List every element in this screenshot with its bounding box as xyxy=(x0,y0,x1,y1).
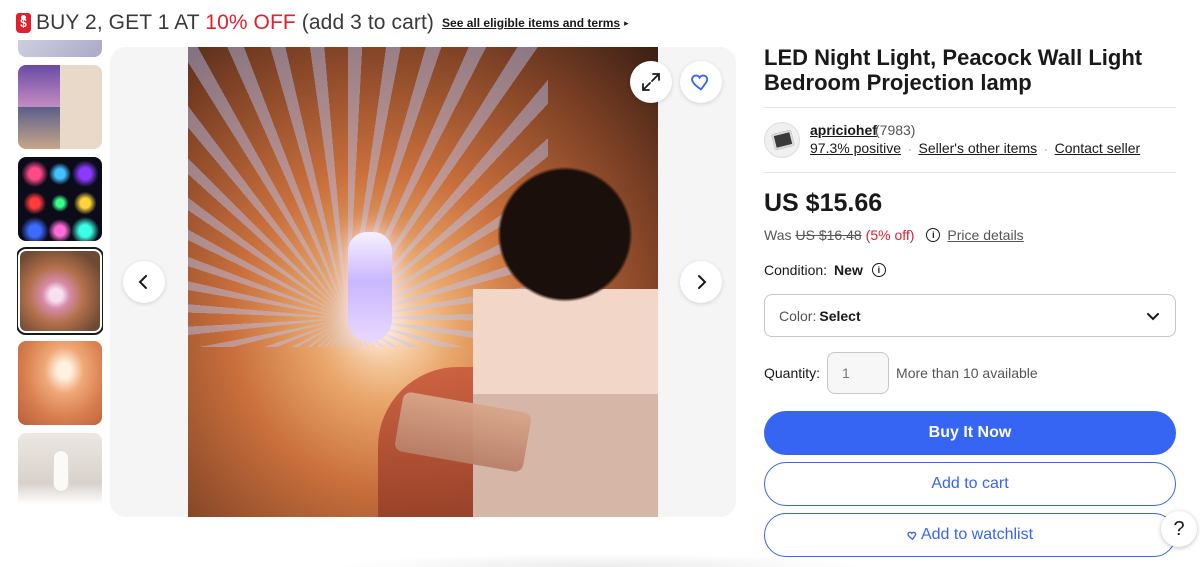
watch-heart-button[interactable] xyxy=(680,61,722,103)
thumbnail-image[interactable] xyxy=(18,65,102,149)
terms-arrow-icon: ▸ xyxy=(624,17,629,28)
thumbnail-list xyxy=(17,40,103,520)
seller-links: 97.3% positive · Seller's other items · … xyxy=(810,140,1140,156)
discount-percent: (5% off) xyxy=(865,227,915,243)
thumbnail-image[interactable] xyxy=(18,341,102,425)
heart-icon xyxy=(691,74,709,91)
product-photo[interactable] xyxy=(188,47,658,517)
condition-row: Condition: New i xyxy=(764,262,893,278)
seller-positive-link[interactable]: 97.3% positive xyxy=(810,140,901,156)
promo-terms-link[interactable]: See all eligible items and terms xyxy=(442,16,620,30)
was-label: Was xyxy=(764,227,792,243)
quantity-label: Quantity: xyxy=(764,365,821,381)
quantity-row: Quantity: More than 10 available xyxy=(764,352,1038,394)
expand-icon xyxy=(642,73,660,91)
buy-it-now-button[interactable]: Buy It Now xyxy=(764,411,1176,455)
previous-image-button[interactable] xyxy=(123,261,165,303)
info-icon[interactable]: i xyxy=(926,228,941,242)
bottom-shadow xyxy=(330,553,870,567)
thumbnail-image[interactable] xyxy=(18,157,102,241)
price-details-link[interactable]: Price details xyxy=(947,227,1023,243)
main-image-panel xyxy=(110,47,736,517)
color-select-label: Color: xyxy=(779,307,817,324)
contact-seller-link[interactable]: Contact seller xyxy=(1055,140,1141,156)
seller-other-items-link[interactable]: Seller's other items xyxy=(919,140,1038,156)
chevron-down-icon xyxy=(1147,313,1159,321)
thumbnail-image[interactable] xyxy=(18,433,102,517)
expand-image-button[interactable] xyxy=(630,61,672,103)
divider xyxy=(764,172,1176,173)
promo-banner: $ BUY 2, GET 1 AT 10% OFF (add 3 to cart… xyxy=(16,10,629,36)
sale-tag-icon: $ xyxy=(16,13,31,33)
seller-avatar[interactable] xyxy=(764,122,800,158)
chevron-left-icon xyxy=(138,275,147,289)
add-to-watchlist-button[interactable]: Add to watchlist xyxy=(764,513,1176,557)
help-icon: ? xyxy=(1173,517,1185,540)
next-image-button[interactable] xyxy=(680,261,722,303)
color-select[interactable]: Color: Select xyxy=(764,294,1176,337)
condition-label: Condition: xyxy=(764,262,828,278)
separator: · xyxy=(907,144,912,156)
current-price: US $15.66 xyxy=(764,189,883,217)
add-to-watchlist-label: Add to watchlist xyxy=(920,526,1034,543)
thumbnail-image-selected[interactable] xyxy=(17,247,103,335)
product-info: LED Night Light, Peacock Wall Light Bedr… xyxy=(764,45,1176,95)
chevron-right-icon xyxy=(698,275,707,289)
was-price: US $16.48 xyxy=(795,227,862,243)
seller-feedback-count: (7983) xyxy=(875,122,916,138)
promo-headline: BUY 2, GET 1 AT 10% OFF (add 3 to cart) xyxy=(36,11,435,34)
product-title: LED Night Light, Peacock Wall Light Bedr… xyxy=(764,45,1143,95)
thumbnail-image[interactable] xyxy=(18,40,102,57)
quantity-input[interactable] xyxy=(827,352,890,394)
seller-name-link[interactable]: apriciohef xyxy=(810,122,877,138)
previous-price-row: Was US $16.48 (5% off) i Price details xyxy=(764,227,1024,243)
divider xyxy=(764,107,1176,108)
color-select-value: Select xyxy=(819,307,861,324)
heart-icon xyxy=(907,531,917,540)
condition-value: New xyxy=(834,262,863,278)
availability-text: More than 10 available xyxy=(896,365,1038,381)
seller-card: apriciohef (7983) 97.3% positive · Selle… xyxy=(764,120,1176,164)
separator: · xyxy=(1044,144,1048,156)
add-to-cart-button[interactable]: Add to cart xyxy=(764,462,1176,506)
help-button[interactable]: ? xyxy=(1161,511,1197,547)
info-icon[interactable]: i xyxy=(871,263,886,277)
